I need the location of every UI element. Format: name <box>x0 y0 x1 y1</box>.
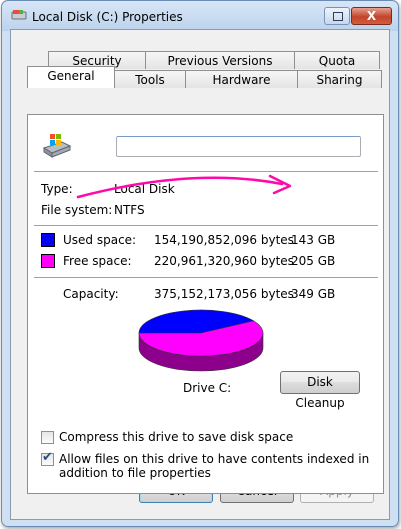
tab-tools[interactable]: Tools <box>114 70 186 88</box>
tab-sharing[interactable]: Sharing <box>297 70 382 88</box>
restore-button[interactable] <box>324 7 350 25</box>
type-label: Type: <box>41 182 73 196</box>
tab-general[interactable]: General <box>27 66 115 88</box>
capacity-size: 349 GB <box>291 287 336 301</box>
tab-quota[interactable]: Quota <box>294 51 380 69</box>
free-space-label: Free space: <box>63 254 132 268</box>
tab-previous-versions[interactable]: Previous Versions <box>145 51 295 69</box>
used-space-size: 143 GB <box>291 233 336 247</box>
divider <box>34 225 378 226</box>
index-contents-checkbox[interactable]: ✔ <box>41 450 54 466</box>
title-bar[interactable]: Local Disk (C:) Properties X <box>2 1 398 29</box>
restore-icon <box>333 12 343 21</box>
index-contents-label: Allow files on this drive to have conten… <box>59 452 370 480</box>
compress-drive-label: Compress this drive to save disk space <box>59 430 294 444</box>
hard-drive-icon <box>42 134 72 158</box>
divider <box>34 277 378 278</box>
drive-name-input[interactable] <box>116 136 361 157</box>
divider <box>34 171 378 172</box>
general-tab-panel: Type: Local Disk File system: NTFS Used … <box>27 114 384 494</box>
type-value: Local Disk <box>114 182 175 196</box>
used-space-label: Used space: <box>63 233 137 247</box>
free-space-bytes: 220,961,320,960 bytes <box>154 254 294 268</box>
free-space-size: 205 GB <box>291 254 336 268</box>
close-button[interactable]: X <box>351 7 392 25</box>
window-title: Local Disk (C:) Properties <box>32 10 183 24</box>
disk-cleanup-button[interactable]: Disk Cleanup <box>280 371 360 410</box>
dialog-body: Security Previous Versions Quota General… <box>10 29 390 520</box>
capacity-label: Capacity: <box>63 287 119 301</box>
checkmark-icon: ✔ <box>42 450 53 465</box>
file-system-label: File system: <box>41 203 113 217</box>
free-space-color-swatch <box>41 254 55 268</box>
compress-drive-checkbox[interactable] <box>41 431 54 444</box>
tab-hardware[interactable]: Hardware <box>185 70 298 88</box>
capacity-bytes: 375,152,173,056 bytes <box>154 287 294 301</box>
drive-label: Drive C: <box>183 381 232 395</box>
drive-icon <box>11 10 27 20</box>
properties-window: Local Disk (C:) Properties X Security Pr… <box>1 0 399 527</box>
file-system-value: NTFS <box>114 203 145 217</box>
used-space-bytes: 154,190,852,096 bytes <box>154 233 294 247</box>
disk-usage-pie-chart <box>138 309 264 372</box>
used-space-color-swatch <box>41 233 55 247</box>
